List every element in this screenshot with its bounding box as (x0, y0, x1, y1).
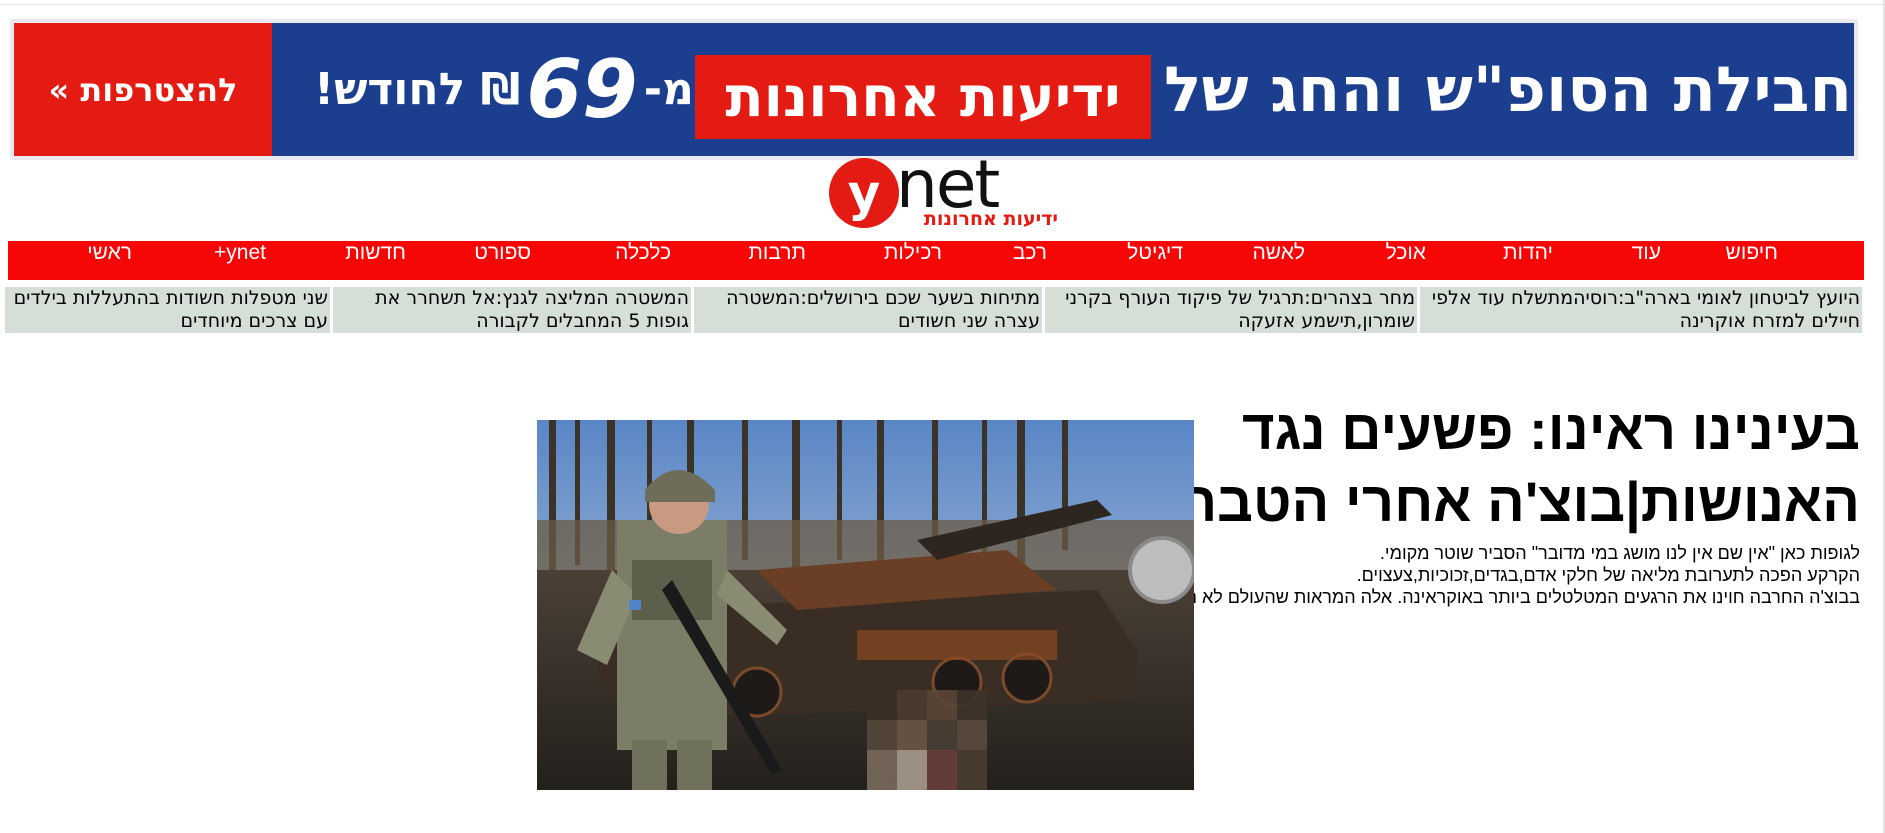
top-divider (0, 4, 1885, 5)
feature-sub-line: לגופות כאן "אין שם אין לנו מושג במי מדוב… (1379, 543, 1860, 563)
feature-photo-graphic (537, 420, 1194, 790)
ticker-item[interactable]: שני מטפלות חשודות בהתעללות בילדים עם צרכ… (5, 287, 330, 333)
news-ticker: היועץ לביטחון לאומי בארה"ב:רוסיהמתשלח עו… (5, 287, 1862, 333)
nav-women[interactable]: לאשה (1252, 241, 1305, 280)
ticker-item[interactable]: מתיחות בשער שכם בירושלים:המשטרה עצרה שני… (694, 287, 1042, 333)
feature-summary: לגופות כאן "אין שם אין לנו מושג במי מדוב… (1186, 542, 1860, 614)
logo-mark: y (829, 158, 899, 228)
banner-headline: חבילת הסופ"ש והחג של (1164, 53, 1853, 126)
ticker-item[interactable]: המשטרה המליצה לגנץ:אל תשחרר את גופות 5 ה… (333, 287, 691, 333)
feature-photo[interactable] (537, 420, 1194, 790)
nav-gossip[interactable]: רכילות (884, 241, 942, 280)
feature-headline[interactable]: בעינינו ראינו: פשעים נגד האנושות|בוצ'ה א… (1186, 394, 1860, 544)
nav-digital[interactable]: דיגיטל (1127, 241, 1183, 280)
nav-search[interactable]: חיפוש (1726, 241, 1778, 280)
feature-sub-line: בבוצ'ה החרבה חוינו את הרגעים המטלטלים בי… (1186, 587, 1860, 607)
main-nav: חיפוש עוד יהדות אוכל לאשה דיגיטל רכב רכי… (8, 241, 1864, 280)
nav-food[interactable]: אוכל (1386, 241, 1426, 280)
nav-economy[interactable]: כלכלה (615, 241, 671, 280)
nav-ynet-plus[interactable]: ynet+ (214, 241, 266, 280)
price-suffix: ₪ לחודש! (314, 64, 521, 115)
nav-more[interactable]: עוד (1632, 241, 1661, 280)
banner-price: מ- 69 ₪ לחודש! (314, 23, 694, 156)
ticker-item[interactable]: מחר בצהרים:תרגיל של פיקוד העורף בקרני שו… (1045, 287, 1417, 333)
feature-title-line: בעינינו ראינו: פשעים נגד (1242, 398, 1860, 461)
nav-judaism[interactable]: יהדות (1503, 241, 1553, 280)
nav-home[interactable]: ראשי (87, 241, 132, 280)
ynet-logo[interactable]: y net ידיעות אחרונות (826, 146, 1058, 230)
nav-cars[interactable]: רכב (1013, 241, 1047, 280)
price-amount: 69 (526, 43, 638, 136)
nav-culture[interactable]: תרבות (748, 241, 806, 280)
banner-brand-label: ידיעות אחרונות (695, 55, 1151, 139)
nav-news[interactable]: חדשות (345, 241, 406, 280)
feature-sub-line: הקרקע הפכה לתערובת מליאה של חלקי אדם,בגד… (1356, 565, 1860, 585)
price-prefix: מ- (643, 64, 694, 115)
nav-sport[interactable]: ספורט (474, 241, 531, 280)
join-button[interactable]: להצטרפות » (14, 23, 272, 156)
feature-title-line: האנושות|בוצ'ה אחרי הטבח (1186, 470, 1860, 533)
logo-subtitle: ידיעות אחרונות (923, 208, 1058, 230)
subscription-banner[interactable]: להצטרפות » מ- 69 ₪ לחודש! ידיעות אחרונות… (10, 19, 1858, 160)
ticker-item[interactable]: היועץ לביטחון לאומי בארה"ב:רוסיהמתשלח עו… (1420, 287, 1862, 333)
